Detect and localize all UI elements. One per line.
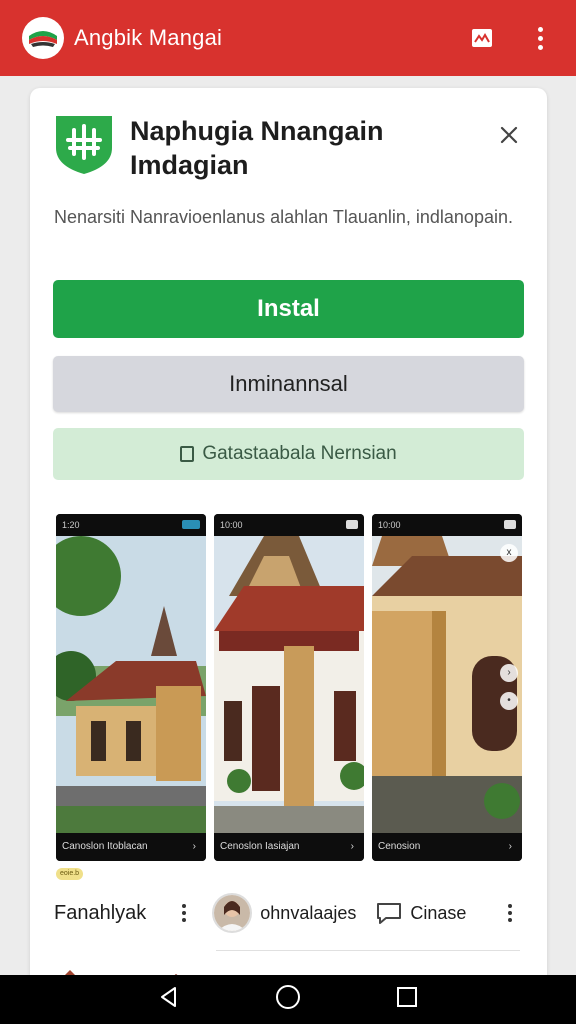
- more-vert-icon[interactable]: [182, 904, 187, 922]
- status-time: 1:20: [62, 520, 80, 530]
- screenshot-2[interactable]: 10:00 Cenoslon Iasiajan ›: [214, 514, 364, 861]
- developer-label[interactable]: Fanahlyak: [54, 902, 146, 925]
- comments-label[interactable]: Cinase: [410, 903, 466, 924]
- reviewer-name[interactable]: ohnvalaajes: [260, 903, 356, 924]
- screenshot-status-bar: 10:00: [372, 514, 522, 536]
- close-overlay-icon[interactable]: x: [500, 544, 518, 562]
- info-row: Fanahlyak ohnvalaajes Cinase: [54, 888, 524, 938]
- install-button[interactable]: Instal: [53, 280, 524, 338]
- screenshot-carousel[interactable]: 1:20 Canoslon Itoblacan › 10:00 Cenoslon…: [56, 514, 522, 862]
- version-button[interactable]: Gatastaabala Nernsian: [53, 428, 524, 480]
- dialog-header: Naphugia Nnangain Imdagian: [54, 114, 524, 182]
- screenshot-caption: Cenoslon Iasiajan: [220, 841, 300, 852]
- chevron-icon: ›: [350, 841, 354, 852]
- screenshot-caption: Cenosion: [378, 841, 421, 852]
- chevron-icon: ›: [508, 841, 512, 852]
- back-icon[interactable]: [158, 986, 180, 1013]
- status-time: 10:00: [220, 520, 243, 530]
- app-logo-icon[interactable]: [22, 17, 64, 59]
- screenshot-3[interactable]: 10:00 x › • Cenosion ›: [372, 514, 522, 861]
- screenshot-caption: Canoslon Itoblacan: [62, 841, 148, 852]
- screenshot-bottom-bar: Cenoslon Iasiajan ›: [214, 833, 364, 861]
- close-icon[interactable]: [494, 120, 524, 150]
- comment-icon[interactable]: [374, 900, 404, 926]
- chevron-icon: ›: [192, 841, 196, 852]
- temple-photo: [56, 536, 206, 833]
- shield-app-icon: [54, 114, 114, 174]
- next-arrow-icon[interactable]: ›: [500, 664, 518, 682]
- uninstall-button[interactable]: Inminannsal: [53, 356, 524, 412]
- more-vert-icon[interactable]: [520, 18, 560, 58]
- more-vert-icon[interactable]: [508, 904, 512, 922]
- app-description: Nenarsiti Nanravioenlanus alahlan Tlauan…: [54, 207, 513, 227]
- screenshot-status-bar: 10:00: [214, 514, 364, 536]
- temple-photo: [372, 536, 522, 833]
- screenshot-bottom-bar: Canoslon Itoblacan ›: [56, 833, 206, 861]
- system-nav-bar: [0, 975, 576, 1024]
- app-bar-title: Angbik Mangai: [74, 25, 223, 50]
- screenshot-status-bar: 1:20: [56, 514, 206, 536]
- image-icon[interactable]: [462, 18, 502, 58]
- home-icon[interactable]: [275, 984, 301, 1015]
- dot-icon: •: [500, 692, 518, 710]
- app-bar: Angbik Mangai: [0, 0, 576, 76]
- rating-chip: eoie.b: [56, 868, 84, 880]
- divider: [216, 950, 520, 951]
- temple-photo: [214, 536, 364, 833]
- avatar[interactable]: [212, 893, 253, 933]
- version-label: Gatastaabala Nernsian: [202, 443, 397, 464]
- screenshot-bottom-bar: Cenosion ›: [372, 833, 522, 861]
- screenshot-1[interactable]: 1:20 Canoslon Itoblacan ›: [56, 514, 206, 861]
- recents-icon[interactable]: [396, 986, 418, 1013]
- document-icon: [180, 446, 195, 462]
- app-name: Naphugia Nnangain Imdagian: [130, 116, 384, 180]
- install-dialog: Naphugia Nnangain Imdagian Nenarsiti Nan…: [30, 88, 547, 988]
- status-time: 10:00: [378, 520, 401, 530]
